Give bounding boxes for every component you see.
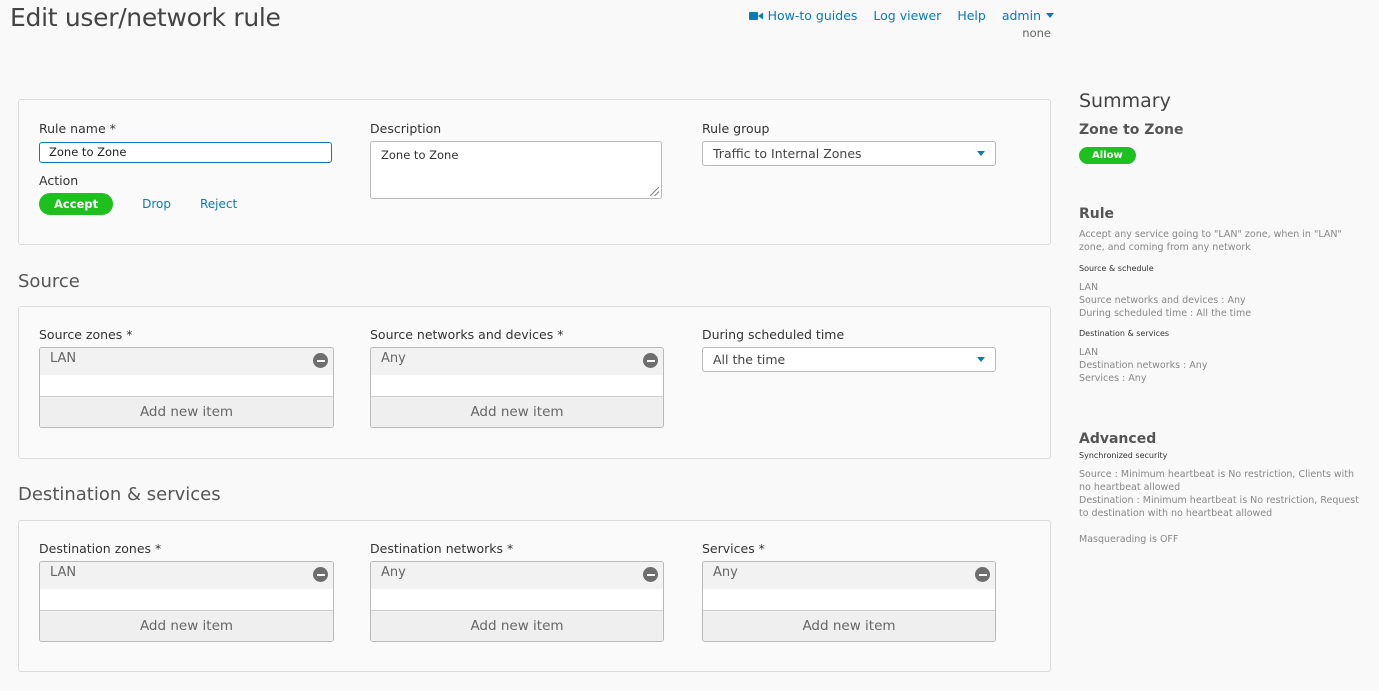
source-zones-list: LAN Add new item [39,347,334,428]
user-menu[interactable]: admin [1002,8,1054,23]
source-network-item: Any [381,351,406,366]
summary-destination-heading: Destination & services [1079,329,1170,338]
services-list: Any Add new item [702,561,996,642]
summary-sync-destination: Destination : Minimum heartbeat is No re… [1079,495,1359,519]
description-label: Description [370,121,442,136]
summary-rule-name: Zone to Zone [1079,122,1184,138]
howto-guides-link[interactable]: How-to guides [748,8,858,23]
summary-source-lines: LAN Source networks and devices : Any Du… [1079,281,1359,320]
rule-group-label: Rule group [702,121,770,136]
rule-name-label: Rule name * [39,121,116,136]
rule-name-input[interactable] [39,141,332,163]
drop-button[interactable]: Drop [142,197,171,211]
source-networks-label: Source networks and devices * [370,327,564,342]
remove-icon[interactable] [975,567,990,582]
rule-card: Rule name * Action Accept Drop Reject De… [18,99,1051,245]
summary-source-line: During scheduled time : All the time [1079,308,1252,319]
destination-section-title: Destination & services [18,484,221,505]
schedule-value: All the time [713,352,786,367]
summary-panel: Summary Zone to Zone Allow Rule Accept a… [1079,90,1359,546]
summary-source-line: Source networks and devices : Any [1079,295,1246,306]
destination-zones-field: Destination zones * LAN Add new item [39,541,334,642]
accept-button[interactable]: Accept [39,193,114,215]
add-source-network-button[interactable]: Add new item [371,396,663,427]
destination-networks-field: Destination networks * Any Add new item [370,541,664,642]
summary-rule-heading: Rule [1079,206,1115,222]
source-zones-label: Source zones * [39,327,133,342]
rule-group-value: Traffic to Internal Zones [713,146,862,161]
source-networks-list: Any Add new item [370,347,664,428]
list-item: Any [703,562,995,589]
remove-icon[interactable] [313,567,328,582]
device-name: none [1022,26,1051,40]
service-item: Any [713,565,738,580]
schedule-label: During scheduled time [702,327,845,342]
list-item: LAN [40,562,333,589]
summary-title: Summary [1079,90,1171,112]
chevron-down-icon [1046,13,1054,18]
add-destination-network-button[interactable]: Add new item [371,610,663,641]
services-field: Services * Any Add new item [702,541,996,642]
summary-rule-text: Accept any service going to "LAN" zone, … [1079,229,1342,253]
summary-source-heading: Source & schedule [1079,264,1154,273]
summary-sync-source: Source : Minimum heartbeat is No restric… [1079,469,1355,493]
source-section-title: Source [18,271,80,292]
list-item: Any [371,562,663,589]
resize-handle-icon[interactable] [650,187,659,196]
chevron-down-icon [977,151,985,156]
destination-networks-label: Destination networks * [370,541,514,556]
add-source-zone-button[interactable]: Add new item [40,396,333,427]
schedule-field: During scheduled time All the time [702,327,996,372]
video-camera-icon [748,11,763,21]
summary-source-line: LAN [1079,282,1099,293]
rule-group-field: Rule group Traffic to Internal Zones [702,121,996,166]
destination-zones-label: Destination zones * [39,541,162,556]
remove-icon[interactable] [643,353,658,368]
remove-icon[interactable] [313,353,328,368]
services-label: Services * [702,541,765,556]
description-field: Description Zone to Zone [370,121,662,199]
summary-sync-heading: Synchronized security [1079,451,1168,460]
action-selector: Accept Drop Reject [39,193,237,215]
description-value: Zone to Zone [381,148,459,162]
rule-group-select[interactable]: Traffic to Internal Zones [702,141,996,166]
source-zones-field: Source zones * LAN Add new item [39,327,334,428]
add-service-button[interactable]: Add new item [703,610,995,641]
rule-name-field: Rule name * [39,121,332,163]
status-badge: Allow [1079,147,1136,164]
destination-network-item: Any [381,565,406,580]
top-navigation: How-to guides Log viewer Help admin [748,8,1054,23]
summary-masquerading: Masquerading is OFF [1079,534,1179,545]
source-zone-item: LAN [50,351,77,366]
summary-destination-line: LAN [1079,347,1099,358]
destination-networks-list: Any Add new item [370,561,664,642]
list-item: LAN [40,348,333,375]
user-name: admin [1001,8,1041,23]
schedule-select[interactable]: All the time [702,347,996,372]
remove-icon[interactable] [643,567,658,582]
action-field: Action Accept Drop Reject [39,173,237,215]
summary-destination-line: Destination networks : Any [1079,360,1208,371]
chevron-down-icon [977,357,985,362]
add-destination-zone-button[interactable]: Add new item [40,610,333,641]
summary-destination-line: Services : Any [1079,373,1147,384]
description-textarea[interactable]: Zone to Zone [370,141,662,199]
destination-zone-item: LAN [50,565,77,580]
source-networks-field: Source networks and devices * Any Add ne… [370,327,664,428]
source-card: Source zones * LAN Add new item Source n… [18,306,1051,459]
summary-destination-lines: LAN Destination networks : Any Services … [1079,346,1359,385]
summary-advanced-heading: Advanced [1079,431,1157,447]
help-link[interactable]: Help [957,8,986,23]
destination-card: Destination zones * LAN Add new item Des… [18,520,1051,672]
log-viewer-link[interactable]: Log viewer [873,8,941,23]
howto-guides-label: How-to guides [767,8,858,23]
action-label: Action [39,173,79,188]
reject-button[interactable]: Reject [200,197,237,211]
page-title: Edit user/network rule [10,3,281,32]
destination-zones-list: LAN Add new item [39,561,334,642]
list-item: Any [371,348,663,375]
